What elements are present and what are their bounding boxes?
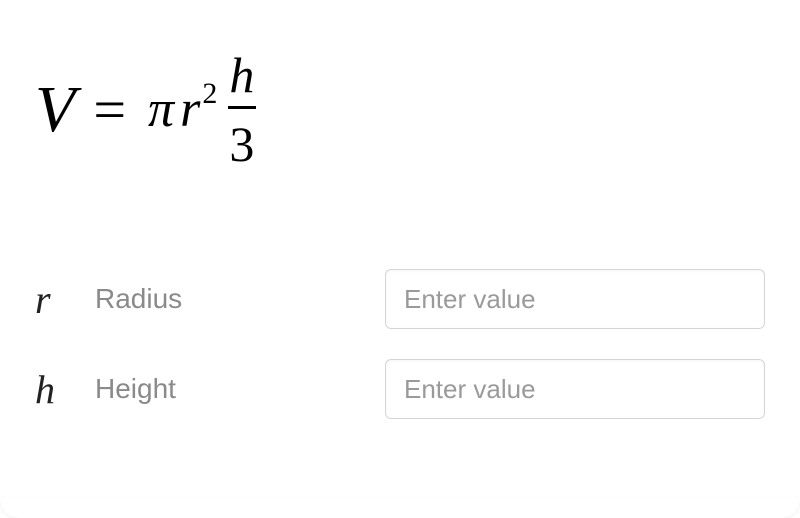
radius-row: r Radius [35,269,765,329]
formula-display: V = π r 2 h 3 [35,50,765,169]
height-label: Height [85,373,385,405]
height-symbol: h [35,366,85,413]
formula-exponent: 2 [202,77,217,111]
formula-variable-r: r [180,80,200,139]
formula-variable-V: V [35,72,75,148]
radius-input-wrap [385,269,765,329]
formula-fraction-numerator: h [225,50,258,106]
height-input[interactable] [385,359,765,419]
formula-fraction-denominator: 3 [229,109,254,169]
card-bottom-edge [0,498,800,518]
volume-calculator-panel: V = π r 2 h 3 r Radius h Height [0,0,800,459]
formula-equals: = [93,76,126,143]
height-input-wrap [385,359,765,419]
height-row: h Height [35,359,765,419]
radius-input[interactable] [385,269,765,329]
formula-pi: π [148,80,174,139]
input-rows: r Radius h Height [35,269,765,419]
radius-symbol: r [35,276,85,323]
formula-fraction: h 3 [225,50,258,169]
radius-label: Radius [85,283,385,315]
